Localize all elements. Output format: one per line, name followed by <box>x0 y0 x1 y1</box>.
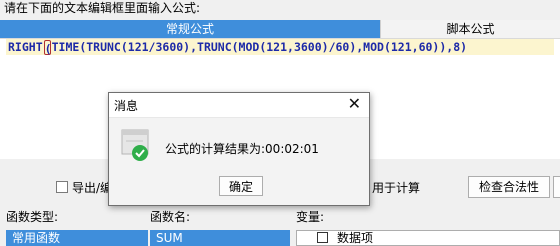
dialog-body: 公式的计算结果为:00:02:01 确定 <box>109 118 369 205</box>
export-label: 导出/编 <box>72 181 113 195</box>
export-checkbox[interactable] <box>56 181 68 193</box>
func-name-list-item[interactable]: SUM <box>150 230 290 246</box>
func-name-label: 函数名: <box>150 210 191 224</box>
ok-button[interactable]: 确定 <box>219 176 263 196</box>
prompt-label: 请在下面的文本编辑框里面输入公式: <box>4 1 201 15</box>
func-type-list-item[interactable]: 常用函数 <box>6 230 148 246</box>
var-label: 变量: <box>296 210 325 224</box>
lower-lists: 常用函数 SUM 数据项 <box>0 224 560 246</box>
data-item-icon <box>317 232 328 243</box>
current-line-highlight: RIGHT (TIME(TRUNC(121/3600),TRUNC(MOD(121… <box>6 39 554 56</box>
dialog-title: 消息 <box>114 99 139 113</box>
check-validity-button[interactable]: 检查合法性 <box>468 176 550 198</box>
extra-button[interactable] <box>553 176 560 198</box>
lower-labels: 函数类型: 函数名: 变量: <box>0 206 560 224</box>
dialog-message: 公式的计算结果为:00:02:01 <box>165 142 319 156</box>
formula-rest: TIME(TRUNC(121/3600),TRUNC(MOD(121,3600)… <box>51 40 468 54</box>
success-icon <box>121 129 149 161</box>
func-type-label: 函数类型: <box>6 210 59 224</box>
var-list[interactable]: 数据项 <box>296 230 560 246</box>
formula-tabs: 常规公式 脚本公式 <box>0 20 560 38</box>
bracket-match-marker: ( <box>43 40 52 56</box>
close-icon[interactable]: ✕ <box>348 95 361 113</box>
dialog-titlebar: 消息 ✕ <box>109 93 369 118</box>
message-dialog: 消息 ✕ 公式的计算结果为:00:02:01 确定 <box>108 92 370 206</box>
formula-prefix: RIGHT <box>8 40 43 54</box>
tab-regular-formula[interactable]: 常规公式 <box>0 20 380 38</box>
var-list-item[interactable]: 数据项 <box>337 231 373 245</box>
formula-text: RIGHT (TIME(TRUNC(121/3600),TRUNC(MOD(121… <box>8 39 468 56</box>
calc-label: 用于计算 <box>372 181 421 195</box>
tab-script-formula[interactable]: 脚本公式 <box>380 20 560 38</box>
